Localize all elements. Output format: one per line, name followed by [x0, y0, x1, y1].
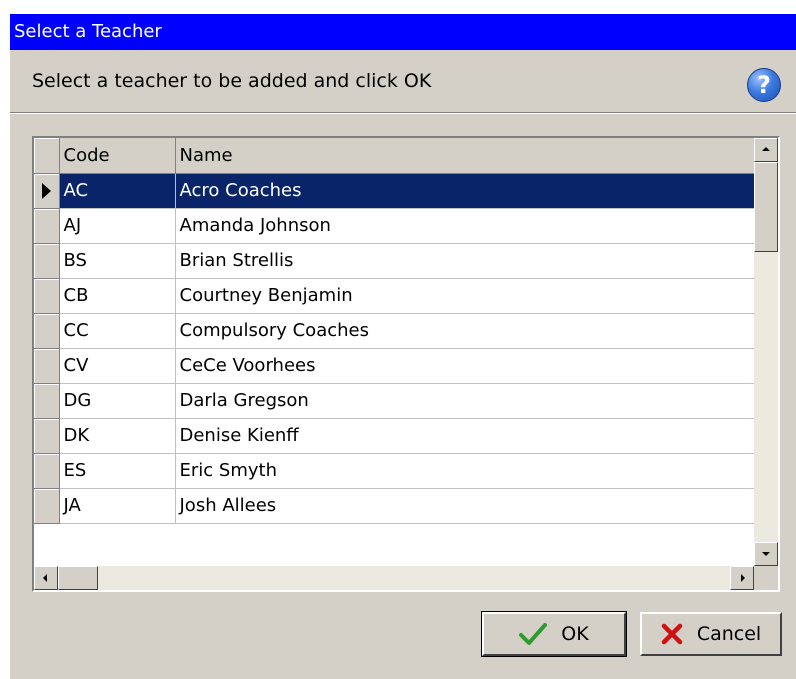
code-cell[interactable]: AC — [59, 173, 176, 209]
name-cell[interactable]: Josh Allees — [175, 488, 755, 524]
horizontal-scroll-thumb[interactable] — [58, 566, 98, 590]
scroll-left-button[interactable] — [34, 566, 58, 590]
name-cell[interactable]: CeCe Voorhees — [175, 348, 755, 384]
header-separator — [10, 112, 796, 114]
row-indicator[interactable] — [34, 418, 60, 454]
table-row[interactable]: CC Compulsory Coaches — [34, 313, 755, 349]
scroll-down-arrow-icon — [762, 552, 770, 556]
row-indicator[interactable] — [34, 243, 60, 279]
row-indicator[interactable] — [34, 278, 60, 314]
code-cell[interactable]: BS — [59, 243, 176, 279]
name-cell[interactable]: Denise Kienff — [175, 418, 755, 454]
current-row-arrow-icon — [42, 182, 51, 199]
help-question-icon[interactable]: ? — [747, 68, 781, 102]
table-row[interactable]: BS Brian Strellis — [34, 243, 755, 279]
checkmark-icon — [519, 622, 548, 646]
code-cell[interactable]: DG — [59, 383, 176, 419]
select-teacher-dialog: Select a Teacher Select a teacher to be … — [10, 14, 796, 679]
name-cell[interactable]: Acro Coaches — [175, 173, 755, 209]
name-cell[interactable]: Compulsory Coaches — [175, 313, 755, 349]
table-row[interactable]: DG Darla Gregson — [34, 383, 755, 419]
instruction-text: Select a teacher to be added and click O… — [32, 70, 432, 92]
row-indicator[interactable] — [34, 313, 60, 349]
row-indicator[interactable] — [34, 348, 60, 384]
dialog-title: Select a Teacher — [14, 21, 162, 42]
ok-button[interactable]: OK — [481, 611, 627, 657]
name-cell[interactable]: Darla Gregson — [175, 383, 755, 419]
dialog-title-bar[interactable]: Select a Teacher — [10, 14, 796, 50]
cancel-button[interactable]: Cancel — [640, 612, 782, 656]
scroll-up-arrow-icon — [762, 147, 770, 151]
column-header-name[interactable]: Name — [175, 138, 755, 174]
table-row[interactable]: CB Courtney Benjamin — [34, 278, 755, 314]
row-indicator[interactable] — [34, 383, 60, 419]
table-row[interactable]: JA Josh Allees — [34, 488, 755, 524]
table-row[interactable]: ES Eric Smyth — [34, 453, 755, 489]
scroll-left-arrow-icon — [43, 574, 47, 582]
scroll-down-button[interactable] — [754, 542, 778, 566]
code-cell[interactable]: DK — [59, 418, 176, 454]
vertical-scrollbar[interactable] — [754, 138, 778, 566]
scroll-right-button[interactable] — [730, 566, 754, 590]
teacher-table: Code Name AC Acro Coaches AJ Amanda John… — [34, 138, 755, 524]
scrollbar-corner — [754, 566, 778, 590]
table-header-row: Code Name — [34, 138, 755, 174]
row-indicator[interactable] — [34, 488, 60, 524]
code-cell[interactable]: CB — [59, 278, 176, 314]
vertical-scroll-thumb[interactable] — [754, 162, 778, 252]
teacher-grid: Code Name AC Acro Coaches AJ Amanda John… — [32, 136, 780, 592]
row-indicator[interactable] — [34, 453, 60, 489]
table-row[interactable]: CV CeCe Voorhees — [34, 348, 755, 384]
ok-button-label: OK — [561, 623, 589, 645]
code-cell[interactable]: ES — [59, 453, 176, 489]
name-cell[interactable]: Eric Smyth — [175, 453, 755, 489]
horizontal-scrollbar[interactable] — [34, 566, 754, 590]
cancel-button-label: Cancel — [696, 623, 762, 645]
table-row[interactable]: AC Acro Coaches — [34, 173, 755, 209]
row-indicator[interactable] — [34, 173, 60, 209]
name-cell[interactable]: Courtney Benjamin — [175, 278, 755, 314]
scroll-up-button[interactable] — [754, 138, 778, 162]
table-row[interactable]: AJ Amanda Johnson — [34, 208, 755, 244]
code-cell[interactable]: JA — [59, 488, 176, 524]
row-indicator-header — [34, 138, 60, 174]
code-cell[interactable]: CV — [59, 348, 176, 384]
scroll-right-arrow-icon — [741, 574, 745, 582]
column-header-code[interactable]: Code — [59, 138, 176, 174]
name-cell[interactable]: Brian Strellis — [175, 243, 755, 279]
code-cell[interactable]: CC — [59, 313, 176, 349]
row-indicator[interactable] — [34, 208, 60, 244]
table-row[interactable]: DK Denise Kienff — [34, 418, 755, 454]
name-cell[interactable]: Amanda Johnson — [175, 208, 755, 244]
code-cell[interactable]: AJ — [59, 208, 176, 244]
x-icon — [661, 623, 683, 645]
